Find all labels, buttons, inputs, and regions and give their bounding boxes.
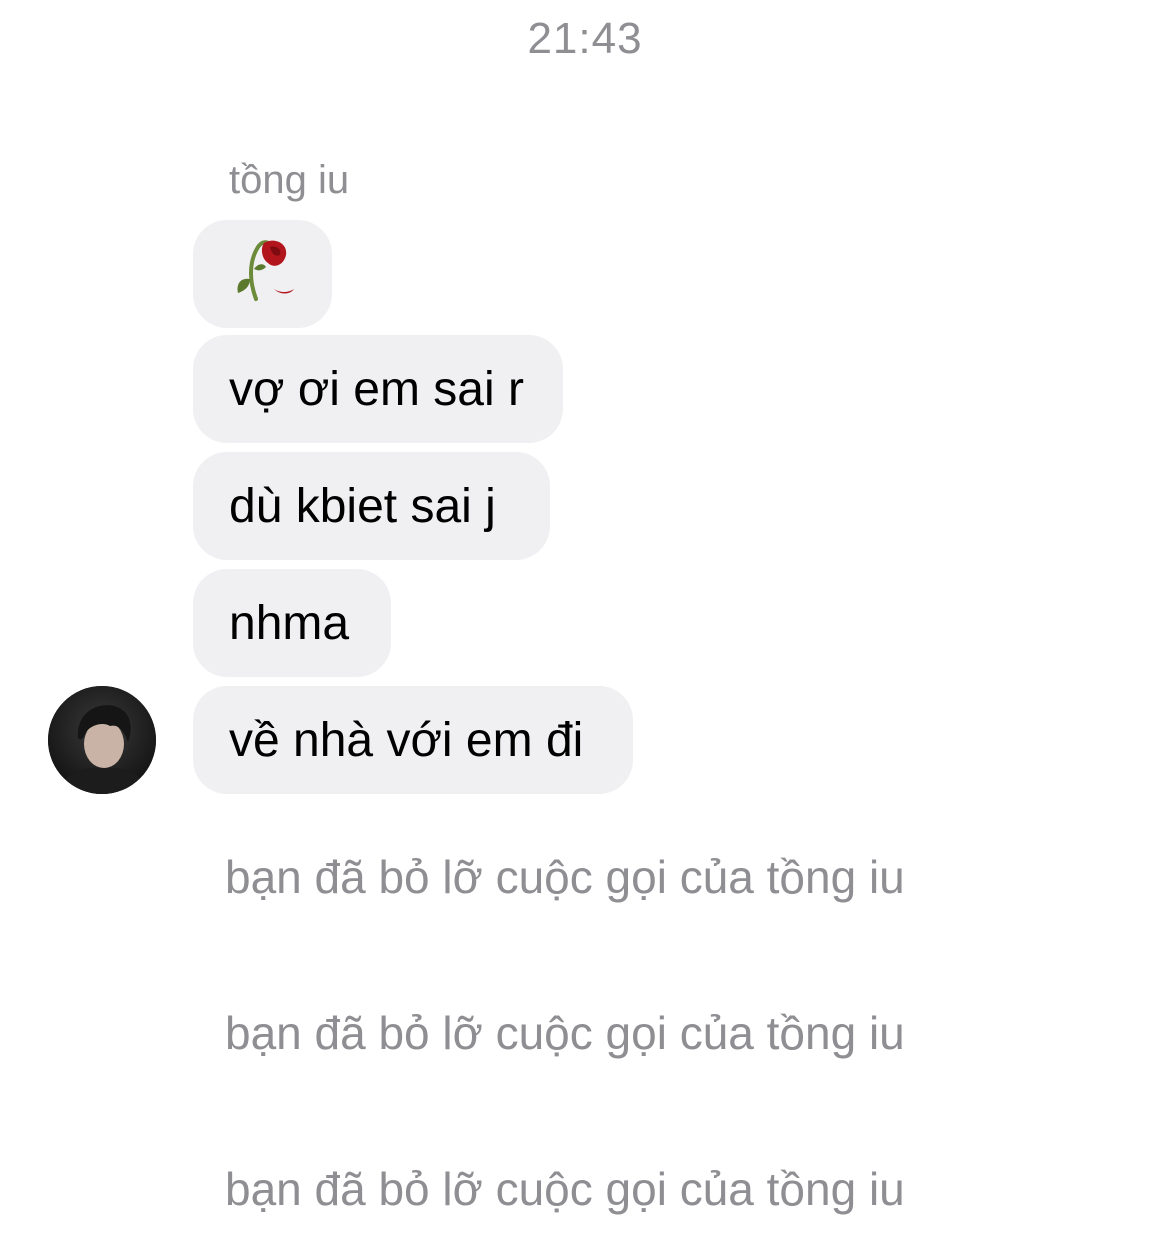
message-bubble[interactable]: vợ ơi em sai r (193, 335, 563, 443)
sender-avatar[interactable] (48, 686, 156, 794)
message-bubble[interactable]: nhma (193, 569, 391, 677)
message-bubble[interactable]: dù kbiet sai j (193, 452, 550, 560)
missed-call-notice[interactable]: bạn đã bỏ lỡ cuộc gọi của tồng iu (225, 1162, 905, 1216)
wilted-rose-icon (228, 233, 298, 315)
message-bubble[interactable]: về nhà với em đi (193, 686, 633, 794)
message-timestamp: 21:43 (527, 14, 643, 63)
sender-name: tồng iu (229, 158, 350, 202)
missed-call-notice[interactable]: bạn đã bỏ lỡ cuộc gọi của tồng iu (225, 850, 905, 904)
message-bubble-emoji[interactable] (193, 220, 332, 328)
missed-call-notice[interactable]: bạn đã bỏ lỡ cuộc gọi của tồng iu (225, 1006, 905, 1060)
